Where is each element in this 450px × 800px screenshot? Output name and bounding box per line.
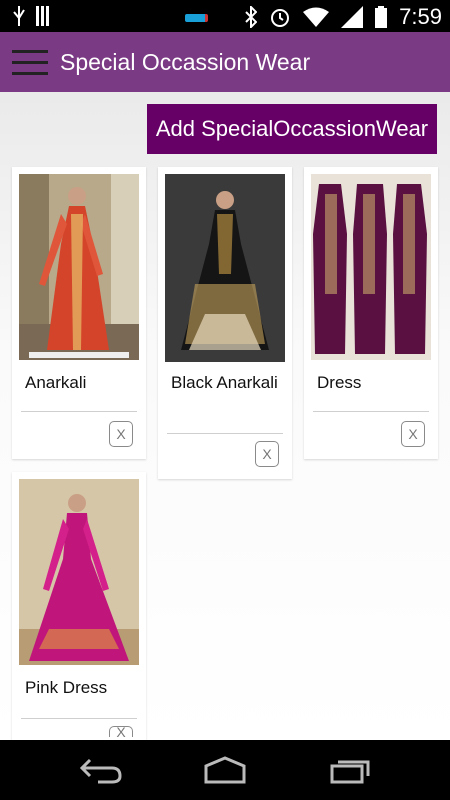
bluetooth-icon — [245, 6, 258, 28]
add-item-button[interactable]: Add SpecialOccassionWear — [147, 104, 437, 154]
recent-apps-icon[interactable] — [330, 756, 372, 784]
item-name: Pink Dress — [25, 678, 108, 697]
back-icon[interactable] — [78, 756, 122, 784]
dress-image — [311, 174, 431, 360]
divider — [21, 411, 137, 412]
delete-button[interactable]: X — [109, 726, 133, 737]
dress-image — [19, 174, 139, 360]
app-bar: Special Occassion Wear — [0, 32, 450, 92]
item-name: Black Anarkali — [171, 373, 278, 392]
divider — [167, 433, 283, 434]
alarm-icon — [271, 9, 290, 27]
list-item[interactable]: Anarkali X — [12, 167, 146, 459]
item-name: Dress — [317, 373, 362, 392]
page-title: Special Occassion Wear — [60, 49, 311, 75]
home-icon[interactable] — [202, 756, 248, 784]
item-grid: Add SpecialOccassionWear Anarkali X Blac… — [0, 92, 450, 740]
cell-signal-icon — [341, 6, 364, 28]
hamburger-icon[interactable] — [12, 50, 48, 76]
dress-image — [165, 174, 285, 362]
divider — [21, 718, 137, 719]
list-item[interactable]: Black Anarkali X — [158, 167, 292, 479]
signal-bars-icon — [36, 6, 49, 26]
divider — [313, 411, 429, 412]
notification-icon — [185, 14, 208, 22]
status-bar: 7:59 — [0, 0, 450, 32]
navigation-bar — [0, 740, 450, 800]
list-item[interactable]: Dress X — [304, 167, 438, 459]
dress-image — [19, 479, 139, 665]
item-name: Anarkali — [25, 373, 87, 392]
battery-icon — [375, 6, 388, 28]
status-time: 7:59 — [399, 4, 442, 29]
wifi-icon — [303, 7, 330, 27]
delete-button[interactable]: X — [401, 421, 425, 447]
delete-button[interactable]: X — [109, 421, 133, 447]
usb-icon — [13, 6, 25, 26]
list-item[interactable]: Pink Dress X — [12, 472, 146, 740]
delete-button[interactable]: X — [255, 441, 279, 467]
